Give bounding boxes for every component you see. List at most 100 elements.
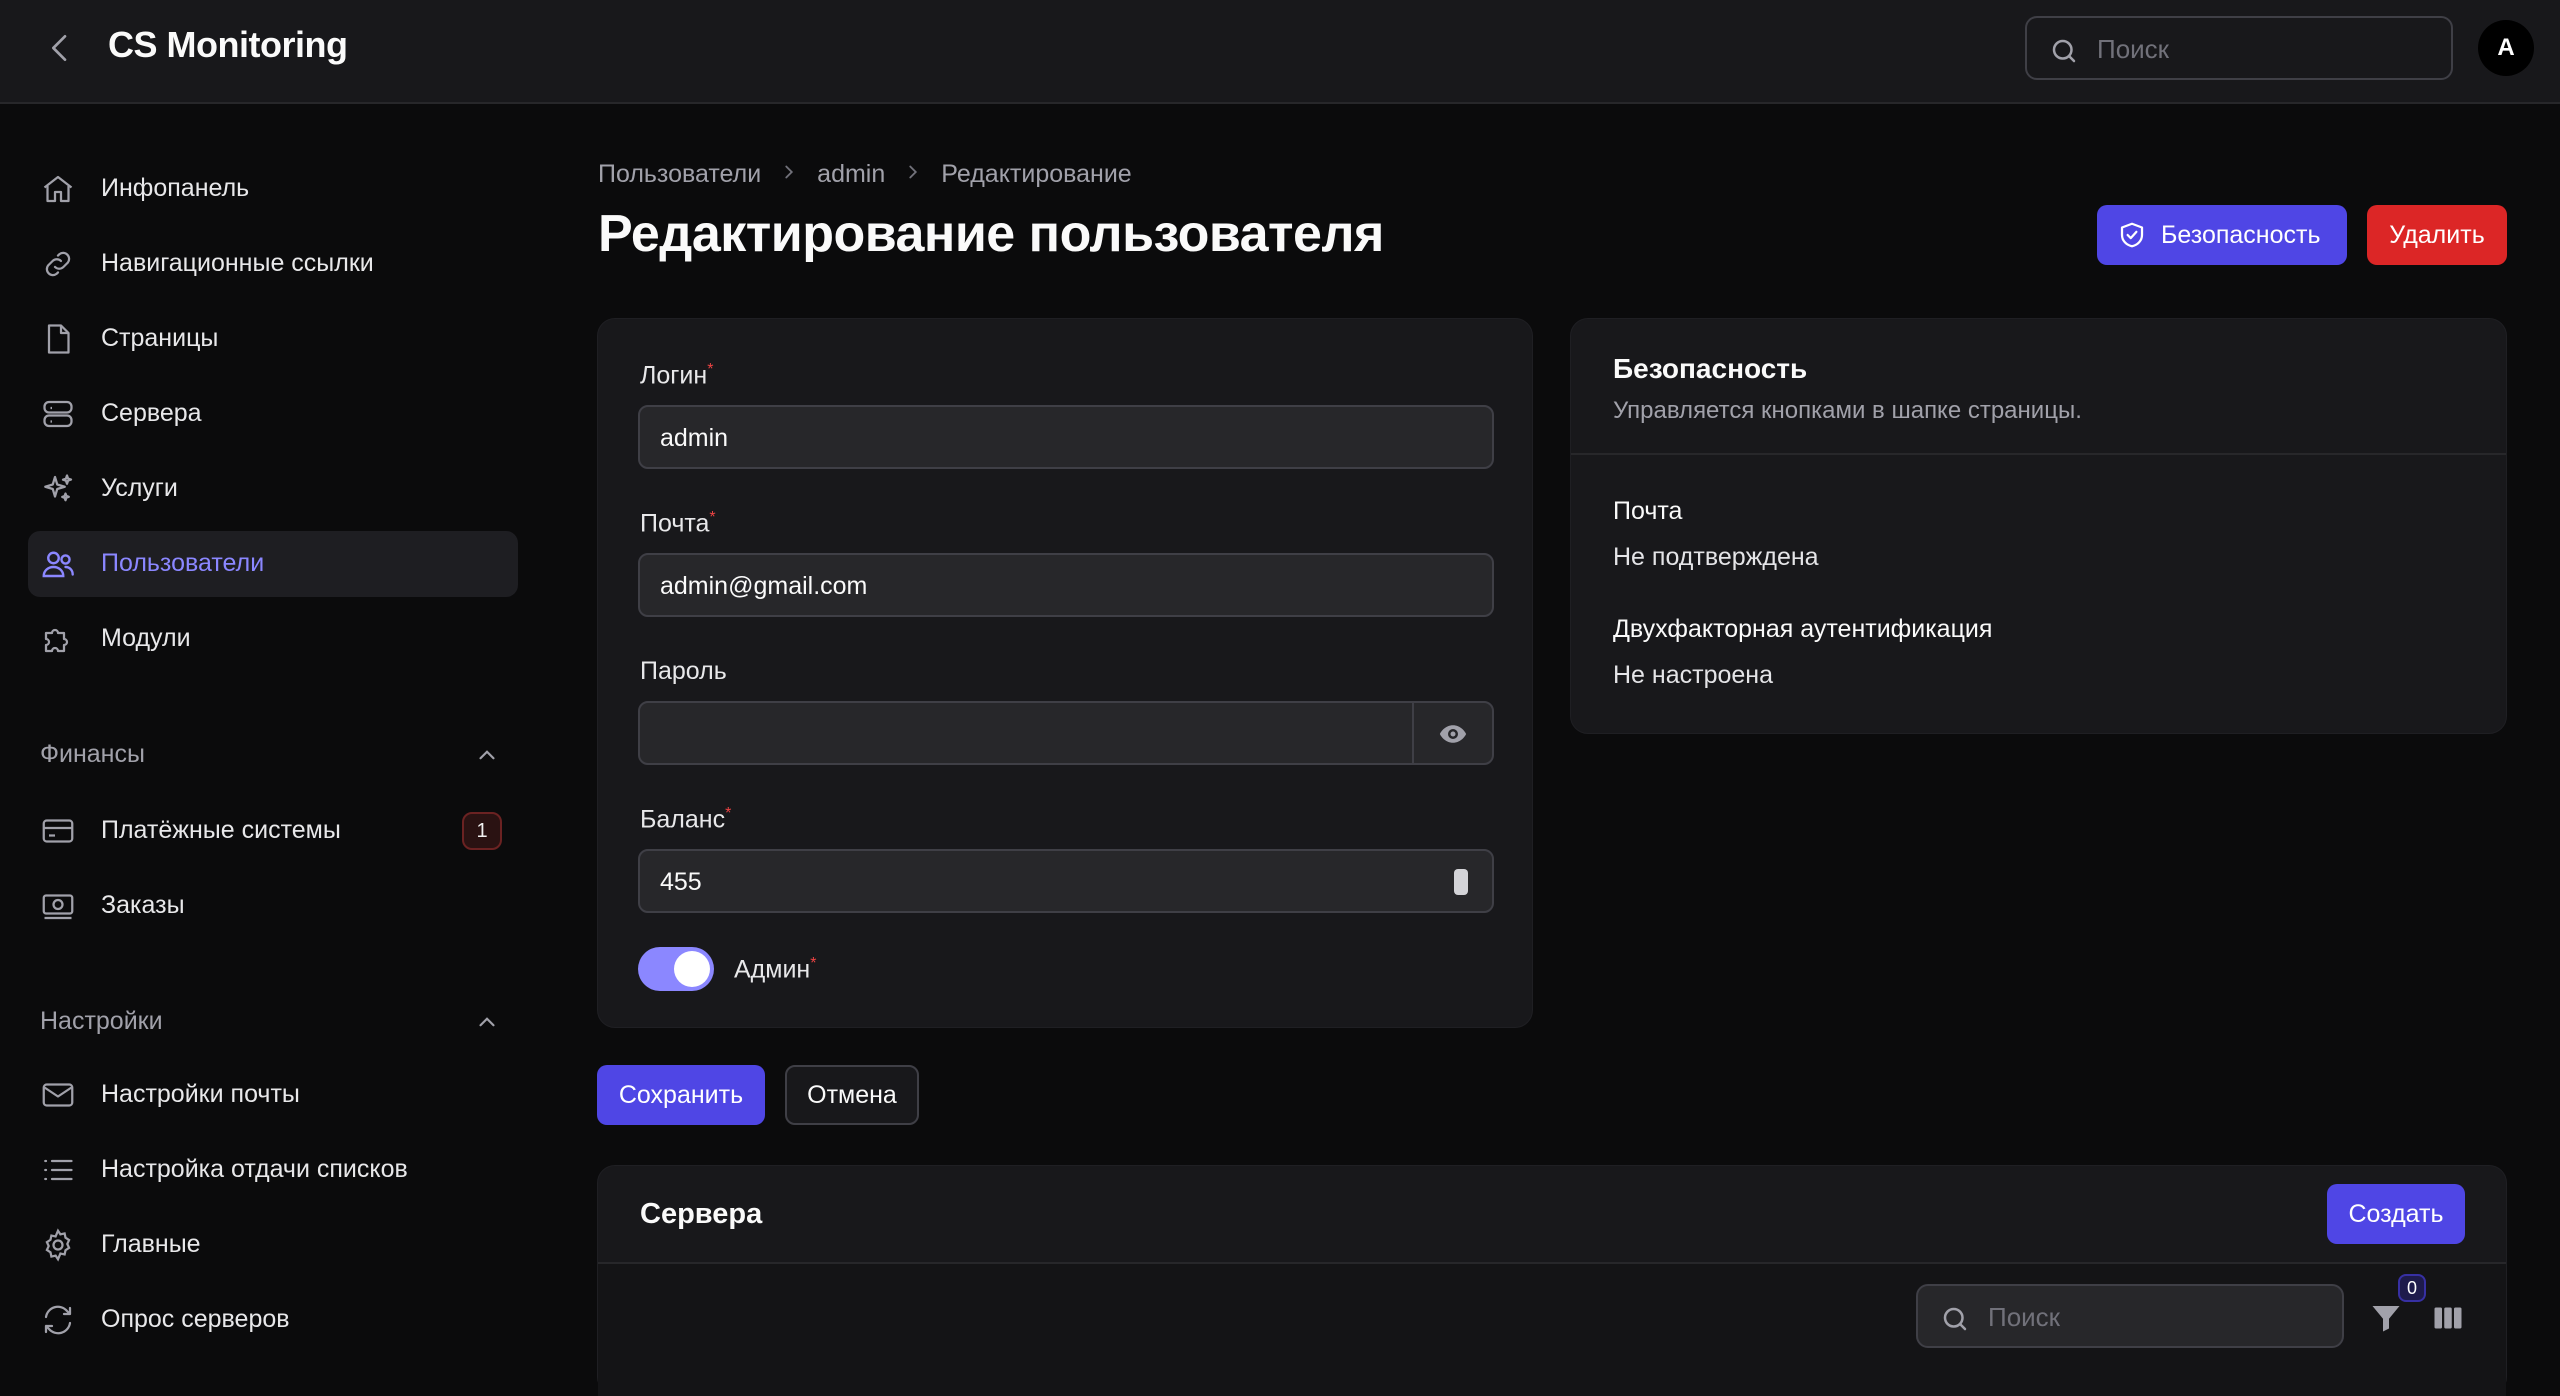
puzzle-icon bbox=[44, 628, 69, 653]
required-marker: * bbox=[709, 509, 716, 526]
envelope-icon bbox=[42, 1083, 74, 1107]
avatar[interactable]: A bbox=[2478, 20, 2534, 76]
filter-icon[interactable] bbox=[2368, 1300, 2404, 1336]
servers-toolbar: 0 bbox=[598, 1264, 2506, 1396]
breadcrumb-users[interactable]: Пользователи bbox=[598, 160, 761, 188]
columns-icon[interactable] bbox=[2430, 1300, 2466, 1336]
login-value: admin bbox=[660, 424, 729, 452]
sidebar-item-list-output[interactable]: Настройка отдачи списков bbox=[28, 1137, 518, 1203]
back-button[interactable] bbox=[40, 28, 80, 68]
app-title: CS Monitoring bbox=[108, 24, 348, 65]
chevron-right-icon bbox=[885, 161, 941, 190]
sidebar-item-label: Навигационные ссылки bbox=[101, 249, 374, 277]
balance-field[interactable]: 455 bbox=[638, 849, 1494, 913]
security-card: Безопасность Управляется кнопками в шапк… bbox=[1570, 318, 2507, 734]
login-field[interactable]: admin bbox=[638, 405, 1494, 469]
delete-button[interactable]: Удалить bbox=[2367, 205, 2507, 265]
breadcrumb-admin[interactable]: admin bbox=[817, 160, 885, 188]
sidebar-item-modules[interactable]: Модули bbox=[28, 606, 518, 672]
chevron-up-icon bbox=[479, 1017, 495, 1027]
cog-icon bbox=[45, 1228, 71, 1262]
sidebar-item-label: Сервера bbox=[101, 399, 202, 427]
twofa-status-label: Двухфакторная аутентификация bbox=[1613, 615, 1993, 643]
divider bbox=[1571, 453, 2506, 455]
global-search[interactable] bbox=[2025, 16, 2453, 80]
group-finance-label: Финансы bbox=[40, 740, 145, 768]
filter-count-badge: 0 bbox=[2398, 1274, 2426, 1302]
sidebar-item-label: Услуги bbox=[101, 474, 178, 502]
sparkles-icon bbox=[44, 474, 73, 502]
sidebar-item-label: Пользователи bbox=[101, 549, 265, 577]
group-settings-label: Настройки bbox=[40, 1007, 163, 1035]
security-button-label: Безопасность bbox=[2161, 221, 2321, 249]
create-server-button[interactable]: Создать bbox=[2327, 1184, 2465, 1244]
sidebar-item-pages[interactable]: Страницы bbox=[28, 306, 518, 372]
balance-label: Баланс* bbox=[640, 805, 732, 834]
password-field[interactable] bbox=[638, 701, 1494, 765]
sidebar-item-server-polling[interactable]: Опрос серверов bbox=[28, 1287, 518, 1353]
sidebar-item-label: Инфопанель bbox=[101, 174, 250, 202]
sidebar-item-label: Настройка отдачи списков bbox=[101, 1155, 408, 1183]
chevron-left-icon bbox=[52, 35, 67, 62]
email-field[interactable]: admin@gmail.com bbox=[638, 553, 1494, 617]
banknotes-icon bbox=[42, 894, 74, 920]
credit-card-icon bbox=[42, 819, 74, 843]
sidebar-item-general[interactable]: Главные bbox=[28, 1212, 518, 1278]
password-visibility-toggle[interactable] bbox=[1412, 703, 1492, 763]
security-card-subtitle: Управляется кнопками в шапке страницы. bbox=[1613, 397, 2082, 424]
page-title: Редактирование пользователя bbox=[598, 205, 1384, 263]
group-settings-toggle[interactable]: Настройки bbox=[40, 1001, 500, 1041]
email-label: Почта* bbox=[640, 509, 716, 538]
password-label: Пароль bbox=[640, 657, 727, 685]
save-button[interactable]: Сохранить bbox=[597, 1065, 765, 1125]
sidebar: Инфопанель Навигационные ссылки Страницы… bbox=[0, 104, 540, 1378]
sidebar-item-dashboard[interactable]: Инфопанель bbox=[28, 156, 518, 222]
login-label: Логин* bbox=[640, 361, 714, 390]
balance-stepper[interactable] bbox=[1454, 869, 1468, 895]
admin-toggle-knob bbox=[674, 951, 710, 987]
servers-card: Сервера Создать 0 bbox=[597, 1165, 2507, 1396]
chevron-right-icon bbox=[761, 161, 817, 190]
sidebar-item-label: Заказы bbox=[101, 891, 185, 919]
list-icon bbox=[44, 1159, 73, 1181]
user-form-card: Логин* admin Почта* admin@gmail.com Паро… bbox=[597, 318, 1533, 1028]
sidebar-item-users[interactable]: Пользователи bbox=[28, 531, 518, 597]
sidebar-item-services[interactable]: Услуги bbox=[28, 456, 518, 522]
sidebar-item-mail-settings[interactable]: Настройки почты bbox=[28, 1062, 518, 1128]
users-icon bbox=[42, 551, 74, 578]
admin-toggle[interactable] bbox=[638, 947, 714, 991]
servers-search[interactable] bbox=[1916, 1284, 2344, 1348]
search-icon bbox=[2052, 39, 2076, 63]
search-icon bbox=[1943, 1307, 1967, 1331]
required-marker: * bbox=[810, 955, 817, 972]
sidebar-item-orders[interactable]: Заказы bbox=[28, 873, 518, 939]
servers-search-input[interactable] bbox=[1986, 1296, 2330, 1338]
admin-label: Админ* bbox=[734, 955, 817, 984]
global-search-input[interactable] bbox=[2095, 28, 2439, 70]
sidebar-item-payment-systems[interactable]: Платёжные системы 1 bbox=[28, 798, 518, 864]
security-button[interactable]: Безопасность bbox=[2097, 205, 2347, 265]
email-value: admin@gmail.com bbox=[660, 572, 868, 600]
group-finance-toggle[interactable]: Финансы bbox=[40, 734, 500, 774]
sidebar-item-label: Опрос серверов bbox=[101, 1305, 290, 1333]
twofa-status-value: Не настроена bbox=[1613, 661, 1773, 689]
home-icon bbox=[43, 175, 73, 203]
email-status-value: Не подтверждена bbox=[1613, 543, 1819, 571]
required-marker: * bbox=[725, 805, 732, 822]
sidebar-item-label: Страницы bbox=[101, 324, 219, 352]
shield-check-icon bbox=[2120, 222, 2144, 248]
sidebar-item-label: Платёжные системы bbox=[101, 816, 341, 844]
cancel-button[interactable]: Отмена bbox=[785, 1065, 919, 1125]
breadcrumb: Пользователи admin Редактирование bbox=[598, 160, 1132, 190]
top-bar: CS Monitoring A bbox=[0, 0, 2560, 104]
link-icon bbox=[45, 251, 71, 277]
email-status-label: Почта bbox=[1613, 497, 1683, 525]
sidebar-item-label: Настройки почты bbox=[101, 1080, 300, 1108]
sidebar-item-nav-links[interactable]: Навигационные ссылки bbox=[28, 231, 518, 297]
security-card-title: Безопасность bbox=[1613, 353, 1808, 384]
sidebar-item-servers[interactable]: Сервера bbox=[28, 381, 518, 447]
chevron-up-icon bbox=[479, 750, 495, 760]
required-marker: * bbox=[707, 361, 714, 378]
payment-systems-badge: 1 bbox=[462, 812, 502, 850]
server-icon bbox=[43, 400, 73, 428]
